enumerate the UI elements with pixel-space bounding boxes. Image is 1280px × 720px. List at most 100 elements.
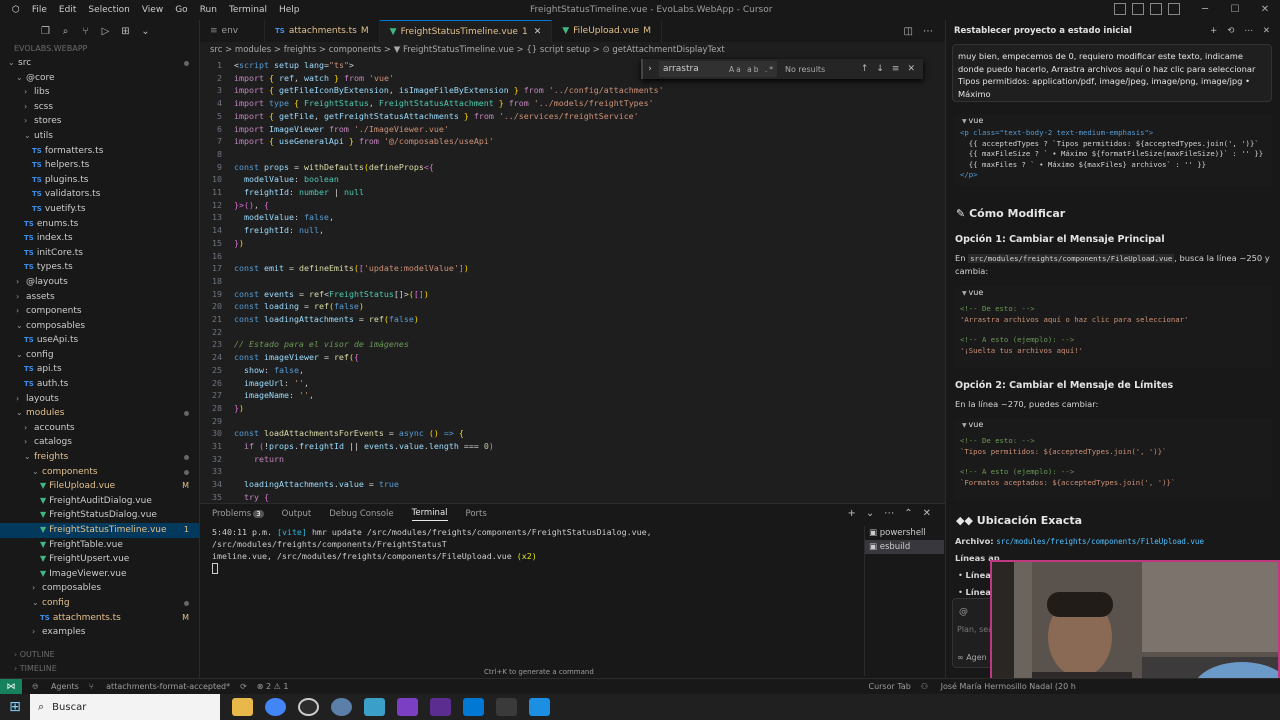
menu-view[interactable]: View <box>136 5 169 15</box>
tree-file[interactable]: TS helpers.ts <box>0 158 199 173</box>
toggle-panel-icon[interactable] <box>1132 3 1144 15</box>
tree-folder[interactable]: ⌄ modules <box>0 406 199 421</box>
code-line[interactable]: 14 freightId: null, <box>200 224 324 237</box>
toggle-sidebar-icon[interactable] <box>1114 3 1126 15</box>
code-line[interactable]: 11 freightId: number | null <box>200 186 364 199</box>
tab-attachments-ts[interactable]: TS attachments.ts M <box>265 20 380 42</box>
chat-title[interactable]: Restablecer proyecto a estado inicial <box>954 26 1132 36</box>
terminal-powershell[interactable]: ▣ powershell <box>865 526 944 540</box>
tree-file[interactable]: ▼ FreightStatusTimeline.vue 1 <box>0 523 199 538</box>
tree-folder[interactable]: › stores <box>0 114 199 129</box>
tree-file[interactable]: TS vuetify.ts <box>0 202 199 217</box>
tree-file[interactable]: ▼ FreightAuditDialog.vue <box>0 494 199 509</box>
code-line[interactable]: 20 const loading = ref(false) <box>200 300 364 313</box>
app-icon[interactable] <box>430 698 451 716</box>
tab-debug-console[interactable]: Debug Console <box>329 509 393 519</box>
obs-icon[interactable] <box>298 698 319 716</box>
tree-file[interactable]: ▼ FreightUpsert.vue <box>0 552 199 567</box>
user-message[interactable]: muy bien, empecemos de 0, requiero modif… <box>952 44 1272 102</box>
workspace-root[interactable]: EVOLABS.WEBAPP <box>0 42 199 56</box>
chevron-down-icon[interactable]: ⌄ <box>866 508 874 519</box>
toggle-replace-icon[interactable]: › <box>643 64 657 74</box>
toggle-secondary-sidebar-icon[interactable] <box>1150 3 1162 15</box>
source-control-icon[interactable]: ⑂ <box>80 26 91 37</box>
tree-folder[interactable]: ⌄ freights <box>0 450 199 465</box>
menu-file[interactable]: File <box>26 5 53 15</box>
tree-folder[interactable]: › libs <box>0 85 199 100</box>
previous-match-icon[interactable]: ↑ <box>861 64 869 74</box>
cursor-tab-status[interactable]: Cursor Tab <box>868 682 910 691</box>
tree-file[interactable]: ▼ FreightTable.vue <box>0 538 199 553</box>
tab-problems[interactable]: Problems 3 <box>212 509 264 519</box>
more-actions-icon[interactable]: ⋯ <box>1244 26 1253 36</box>
maximize-icon[interactable]: ☐ <box>1220 0 1250 20</box>
tree-file[interactable]: ▼ FileUpload.vue M <box>0 479 199 494</box>
code-line[interactable]: 35 try { <box>200 491 269 503</box>
maximize-panel-icon[interactable]: ⌃ <box>904 508 912 519</box>
browser-icon[interactable] <box>331 698 352 716</box>
more-actions-icon[interactable]: ⋯ <box>923 26 933 37</box>
tree-file[interactable]: TS initCore.ts <box>0 246 199 261</box>
code-line[interactable]: 29 <box>200 415 234 428</box>
code-line[interactable]: 32 return <box>200 453 284 466</box>
tree-folder[interactable]: ⌄ components <box>0 465 199 480</box>
tab-ports[interactable]: Ports <box>466 509 487 519</box>
tree-folder[interactable]: › catalogs <box>0 435 199 450</box>
terminal-output[interactable]: 5:40:11 p.m. [vite] hmr update /src/modu… <box>212 526 852 574</box>
tree-file[interactable]: TS useApi.ts <box>0 333 199 348</box>
code-line[interactable]: 28}) <box>200 402 244 415</box>
tab-output[interactable]: Output <box>282 509 312 519</box>
tree-folder[interactable]: › examples <box>0 625 199 640</box>
tree-file[interactable]: TS formatters.ts <box>0 144 199 159</box>
tree-folder[interactable]: ⌄ src <box>0 56 199 71</box>
code-line[interactable]: 15}) <box>200 237 244 250</box>
terminal-esbuild[interactable]: ▣ esbuild <box>865 540 944 554</box>
taskbar-search[interactable]: ⌕ Buscar <box>30 694 220 720</box>
mention-icon[interactable]: @ <box>959 607 968 617</box>
new-terminal-icon[interactable]: + <box>847 508 855 519</box>
customize-layout-icon[interactable] <box>1168 3 1180 15</box>
close-window-icon[interactable]: ✕ <box>1250 0 1280 20</box>
tree-file[interactable]: TS validators.ts <box>0 187 199 202</box>
code-line[interactable]: 31 if (!props.freightId || events.value.… <box>200 440 494 453</box>
timeline-section[interactable]: › TIMELINE <box>0 662 200 676</box>
explorer-icon[interactable]: ❐ <box>40 26 51 37</box>
tree-folder[interactable]: › scss <box>0 100 199 115</box>
close-panel-icon[interactable]: ✕ <box>923 508 931 519</box>
vscode-icon[interactable] <box>463 698 484 716</box>
next-match-icon[interactable]: ↓ <box>876 64 884 74</box>
run-debug-icon[interactable]: ▷ <box>100 26 111 37</box>
code-line[interactable]: 10 modelValue: boolean <box>200 173 339 186</box>
app-icon[interactable] <box>529 698 550 716</box>
tree-folder[interactable]: › composables <box>0 581 199 596</box>
tree-file[interactable]: TS attachments.ts M <box>0 611 199 626</box>
code-line[interactable]: 22 <box>200 326 234 339</box>
minimize-icon[interactable]: ─ <box>1190 0 1220 20</box>
code-line[interactable]: 25 show: false, <box>200 364 304 377</box>
tree-folder[interactable]: › components <box>0 304 199 319</box>
code-line[interactable]: 13 modelValue: false, <box>200 211 334 224</box>
code-line[interactable]: 26 imageUrl: '', <box>200 377 309 390</box>
close-chat-icon[interactable]: ✕ <box>1263 26 1270 36</box>
code-line[interactable]: 9 const props = withDefaults(defineProps<… <box>200 161 434 174</box>
find-in-selection-icon[interactable]: ≡ <box>892 64 900 74</box>
menu-selection[interactable]: Selection <box>82 5 135 15</box>
tree-folder[interactable]: › assets <box>0 290 199 305</box>
tree-file[interactable]: TS enums.ts <box>0 217 199 232</box>
code-editor[interactable]: 1 <script setup lang="ts"> 2 import { ref, … <box>200 58 945 503</box>
tree-folder[interactable]: ⌄ @core <box>0 71 199 86</box>
find-input[interactable]: arrastra Aa ab .* <box>659 61 777 77</box>
code-line[interactable]: 8 <box>200 148 234 161</box>
code-line[interactable]: 7 import { useGeneralApi } from '@/compos… <box>200 135 494 148</box>
code-line[interactable]: 27 imageName: '', <box>200 389 314 402</box>
code-line[interactable]: 1 <script setup lang="ts"> <box>200 59 354 72</box>
code-line[interactable]: 2 import { ref, watch } from 'vue' <box>200 72 394 85</box>
tree-folder[interactable]: ⌄ composables <box>0 319 199 334</box>
tree-folder[interactable]: ⌄ config <box>0 348 199 363</box>
tree-folder[interactable]: › @layouts <box>0 275 199 290</box>
menu-run[interactable]: Run <box>194 5 223 15</box>
remote-icon[interactable]: ⋈ <box>0 678 22 695</box>
menu-help[interactable]: Help <box>273 5 306 15</box>
code-line[interactable]: 16 <box>200 250 234 263</box>
code-line[interactable]: 34 loadingAttachments.value = true <box>200 478 399 491</box>
